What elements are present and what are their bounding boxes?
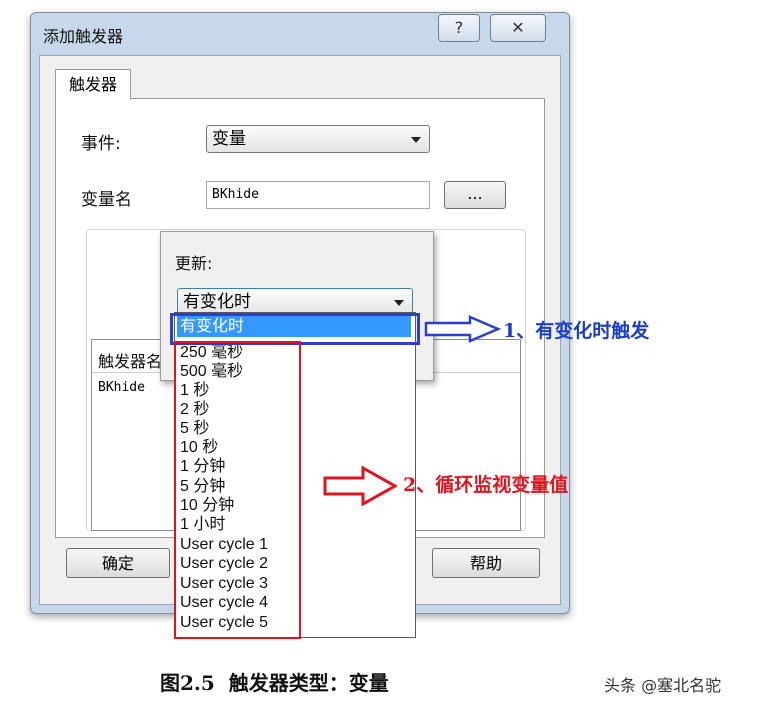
- dialog-title: 添加触发器: [43, 27, 124, 46]
- variable-name-input[interactable]: BKhide: [206, 181, 430, 209]
- ok-button[interactable]: 确定: [66, 548, 170, 578]
- tab-trigger[interactable]: 触发器: [55, 69, 131, 100]
- watermark: 头条 @塞北名驼: [604, 676, 722, 695]
- event-select-value: 变量: [212, 129, 246, 149]
- list-item[interactable]: BKhide: [98, 380, 145, 395]
- close-icon[interactable]: ✕: [490, 14, 546, 42]
- annotation-box-cycles: [174, 341, 301, 639]
- blue-arrow-icon: [424, 315, 502, 343]
- update-label: 更新:: [175, 254, 213, 273]
- event-select[interactable]: 变量: [206, 125, 430, 153]
- annotation-note-2: 2、循环监视变量值: [403, 474, 569, 496]
- update-select-value: 有变化时: [183, 292, 251, 312]
- help-button[interactable]: 帮助: [432, 548, 540, 578]
- red-arrow-icon: [323, 466, 397, 506]
- event-label: 事件:: [81, 134, 121, 154]
- variable-name-label: 变量名: [81, 190, 132, 210]
- chevron-down-icon: [411, 137, 421, 143]
- chevron-down-icon: [394, 300, 404, 306]
- browse-button[interactable]: ...: [444, 181, 506, 209]
- list-header-trigger-name[interactable]: 触发器名: [98, 348, 162, 372]
- annotation-note-1: 1、有变化时触发: [503, 320, 650, 342]
- help-question-icon[interactable]: ?: [438, 14, 480, 42]
- figure-caption: 图2.5 触发器类型：变量: [160, 671, 389, 695]
